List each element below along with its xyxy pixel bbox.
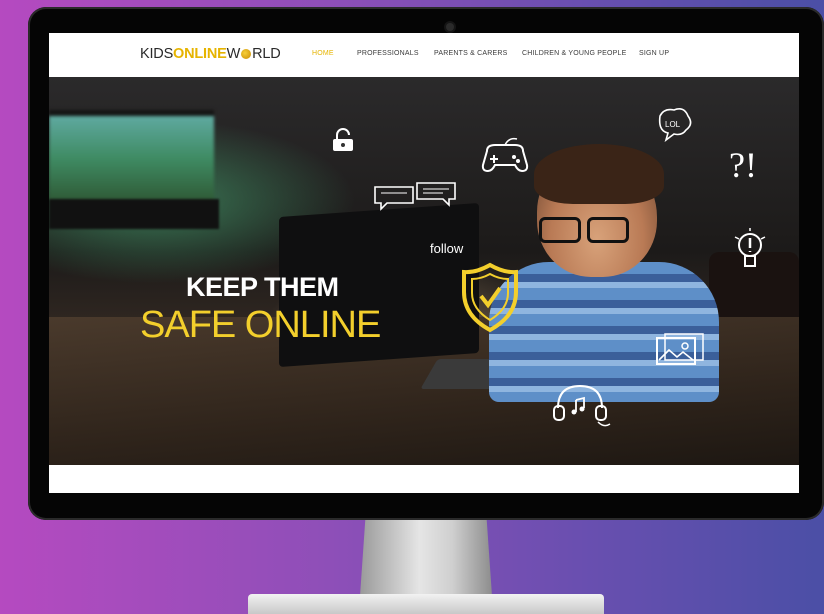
lightbulb-icon xyxy=(733,227,767,284)
lol-bubble-icon: LOL xyxy=(654,108,692,147)
hero-subtitle: SAFE ONLINE xyxy=(140,304,381,346)
aquarium-image xyxy=(49,110,214,201)
monitor-stand-neck xyxy=(360,520,492,596)
chat-bubbles-icon xyxy=(373,181,457,220)
monitor-stand-base xyxy=(248,594,604,614)
nav-item-sign-up[interactable]: SIGN UP xyxy=(639,50,669,57)
child-hair-image xyxy=(534,144,664,204)
content-strip xyxy=(49,465,799,493)
shield-check-icon xyxy=(461,262,519,334)
headphones-music-icon xyxy=(552,380,612,435)
lock-icon xyxy=(330,127,356,158)
nav-item-professionals[interactable]: PROFESSIONALS xyxy=(357,50,419,57)
photos-icon xyxy=(655,332,709,371)
glasses-image xyxy=(539,217,631,243)
nav-item-parents-carers[interactable]: PARENTS & CARERS xyxy=(434,50,507,57)
question-exclamation-icon: ?! xyxy=(729,145,757,185)
logo-part-w: W xyxy=(226,46,241,62)
follow-doodle-text: follow xyxy=(430,241,464,256)
gamepad-icon xyxy=(481,135,529,180)
nav-item-home[interactable]: HOME xyxy=(312,50,334,57)
logo-part-online: ONLINE xyxy=(173,46,227,62)
webcam xyxy=(446,23,454,31)
site-logo[interactable]: KIDSONLINEW RLD xyxy=(140,46,281,62)
logo-part-rld: RLD xyxy=(252,46,281,62)
top-navigation: KIDSONLINEW RLD HOME PROFESSIONALS PARENT… xyxy=(49,33,799,77)
nav-item-children-young-people[interactable]: CHILDREN & YOUNG PEOPLE xyxy=(522,50,626,57)
lol-bubble-text: LOL xyxy=(665,120,681,129)
globe-icon xyxy=(241,49,252,59)
hero-title: KEEP THEM xyxy=(186,272,339,302)
hero-banner: follow LOL ?! KEEP THEM SAFE ONLINE xyxy=(49,77,799,465)
website-screen: KIDSONLINEW RLD HOME PROFESSIONALS PARENT… xyxy=(49,33,799,493)
aquarium-stand xyxy=(49,199,219,229)
logo-part-kids: KIDS xyxy=(140,46,174,62)
